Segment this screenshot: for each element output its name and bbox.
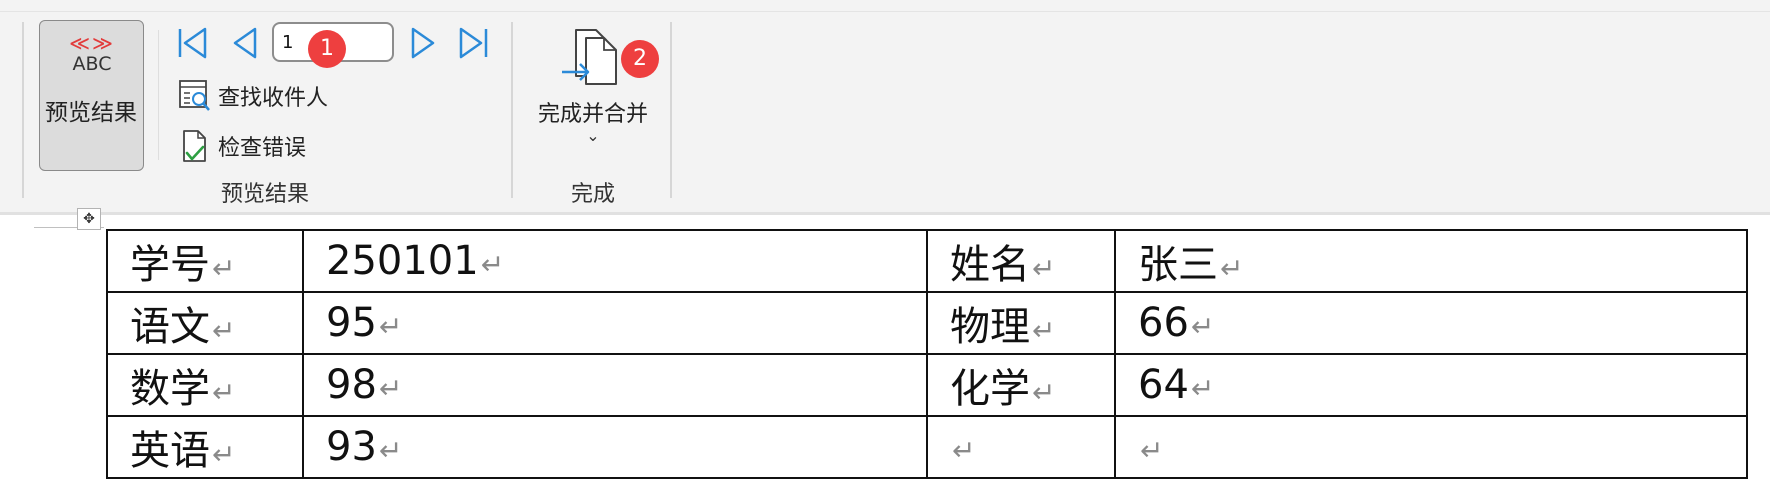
previous-record-icon	[233, 27, 257, 59]
table-cell[interactable]: 数学↵	[106, 353, 304, 417]
find-recipient-icon	[179, 80, 210, 111]
table-cell[interactable]: ↵	[926, 415, 1116, 479]
table-row: 英语↵ 93↵ ↵ ↵	[106, 415, 1748, 479]
step-badge-2: 2	[621, 40, 659, 78]
last-record-button[interactable]	[456, 24, 490, 62]
table-row: 语文↵ 95↵ 物理↵ 66↵	[106, 291, 1748, 355]
check-errors-button[interactable]: 检查错误	[178, 128, 328, 164]
ribbon-top-line	[0, 11, 1770, 12]
check-errors-icon	[183, 130, 206, 162]
ribbon-bottom-border	[0, 212, 1770, 215]
last-record-icon	[459, 27, 488, 59]
finish-and-merge-label: 完成并合并	[537, 102, 648, 127]
ribbon-separator	[158, 30, 159, 160]
table-cell[interactable]: 物理↵	[926, 291, 1116, 355]
preview-results-label: 预览结果	[45, 100, 137, 126]
table-cell[interactable]: 98↵	[302, 353, 928, 417]
preview-results-icon: ≪≫ ABC	[69, 31, 115, 75]
table-cell[interactable]: 张三↵	[1114, 229, 1748, 293]
ribbon-separator	[22, 22, 24, 198]
table-move-handle-icon[interactable]: ✥	[77, 208, 101, 230]
table-cell[interactable]: 英语↵	[106, 415, 304, 479]
finish-group-label: 完成	[570, 182, 615, 207]
table-cell[interactable]: 66↵	[1114, 291, 1748, 355]
ribbon: ≪≫ ABC 预览结果 1 1 查找收件人 检查错误 预览结果 完成并合并 ⌄ …	[0, 0, 1770, 212]
table-cell[interactable]: 93↵	[302, 415, 928, 479]
step-badge-1: 1	[308, 30, 346, 68]
student-score-table: 学号↵ 250101↵ 姓名↵ 张三↵ 语文↵ 95↵ 物理↵ 66↵ 数学↵ …	[106, 229, 1748, 479]
table-row: 数学↵ 98↵ 化学↵ 64↵	[106, 353, 1748, 417]
finish-merge-icon	[562, 29, 617, 85]
table-cell[interactable]: 语文↵	[106, 291, 304, 355]
preview-group-label: 预览结果	[220, 182, 309, 207]
table-cell[interactable]: 学号↵	[106, 229, 304, 293]
ribbon-separator	[670, 22, 672, 198]
next-record-icon	[411, 27, 435, 59]
table-cell[interactable]: 化学↵	[926, 353, 1116, 417]
table-cell[interactable]: 95↵	[302, 291, 928, 355]
table-cell[interactable]: ↵	[1114, 415, 1748, 479]
preview-results-button[interactable]: ≪≫ ABC 预览结果	[39, 20, 144, 171]
chevron-down-icon[interactable]: ⌄	[528, 126, 658, 145]
next-record-button[interactable]	[406, 24, 440, 62]
first-record-icon	[178, 27, 207, 59]
table-cell[interactable]: 64↵	[1114, 353, 1748, 417]
first-record-button[interactable]	[176, 24, 210, 62]
find-recipient-button[interactable]: 查找收件人	[178, 78, 348, 114]
ribbon-separator	[511, 22, 513, 198]
find-recipient-label: 查找收件人	[218, 86, 329, 111]
table-row: 学号↵ 250101↵ 姓名↵ 张三↵	[106, 229, 1748, 293]
check-errors-label: 检查错误	[218, 136, 307, 161]
table-cell[interactable]: 250101↵	[302, 229, 928, 293]
previous-record-button[interactable]	[228, 24, 262, 62]
table-cell[interactable]: 姓名↵	[926, 229, 1116, 293]
